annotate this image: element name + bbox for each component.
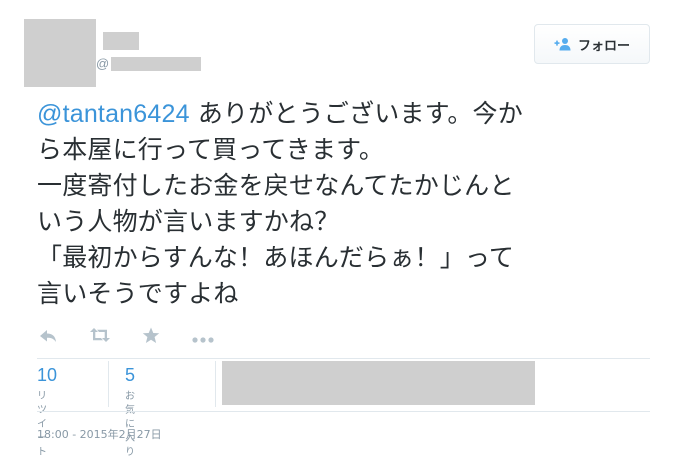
- retweets-stat[interactable]: 10 リツイート: [37, 359, 57, 460]
- reply-button[interactable]: [37, 326, 59, 348]
- tweet-line: 一度寄付したお金を戻せなんてたかじんと: [37, 171, 515, 200]
- tweet-timestamp[interactable]: 18:00 - 2015年2月27日: [37, 428, 162, 442]
- tweet-text: @tantan6424 ありがとうございます。今か ら本屋に行って買ってきます。…: [37, 96, 649, 312]
- retweet-button[interactable]: [89, 326, 111, 348]
- reply-icon: [39, 328, 57, 347]
- tweet-text-segment: ありがとうございます。今か: [189, 99, 523, 128]
- avatar[interactable]: [24, 19, 96, 87]
- tweet-line: 「最初からすんな！あほんだらぁ！」って: [37, 243, 515, 272]
- add-user-icon: [554, 37, 572, 51]
- user-handle[interactable]: @: [96, 56, 202, 72]
- favorites-count: 5: [125, 365, 136, 385]
- tweet-line: 言いそうですよね: [37, 279, 239, 308]
- favorite-button[interactable]: [140, 326, 162, 348]
- stat-divider: [108, 361, 109, 407]
- follow-label: フォロー: [577, 38, 630, 54]
- tweet-line: @tantan6424 ありがとうございます。今か: [37, 96, 649, 132]
- stat-divider: [215, 361, 216, 407]
- favoriters-avatars-redacted[interactable]: [222, 361, 535, 405]
- divider: [37, 411, 650, 412]
- follow-button[interactable]: フォロー: [534, 24, 650, 64]
- favorite-icon: [142, 327, 160, 348]
- tweet-line: いう人物が言いますかね？: [37, 207, 340, 236]
- more-button[interactable]: [192, 326, 214, 348]
- tweet-line: ら本屋に行って買ってきます。: [37, 135, 385, 164]
- display-name-redacted[interactable]: [103, 32, 139, 50]
- handle-prefix: @: [96, 56, 110, 71]
- handle-redacted: [111, 57, 202, 71]
- retweets-count: 10: [37, 365, 58, 385]
- favorites-label: お気に入り: [125, 391, 136, 458]
- retweet-icon: [89, 327, 111, 347]
- retweets-label: リツイート: [37, 391, 48, 458]
- favorites-stat[interactable]: 5 お気に入り: [125, 359, 135, 460]
- more-icon: [192, 328, 214, 347]
- tweet-actions: [37, 326, 214, 348]
- mention-link[interactable]: @tantan6424: [37, 100, 190, 128]
